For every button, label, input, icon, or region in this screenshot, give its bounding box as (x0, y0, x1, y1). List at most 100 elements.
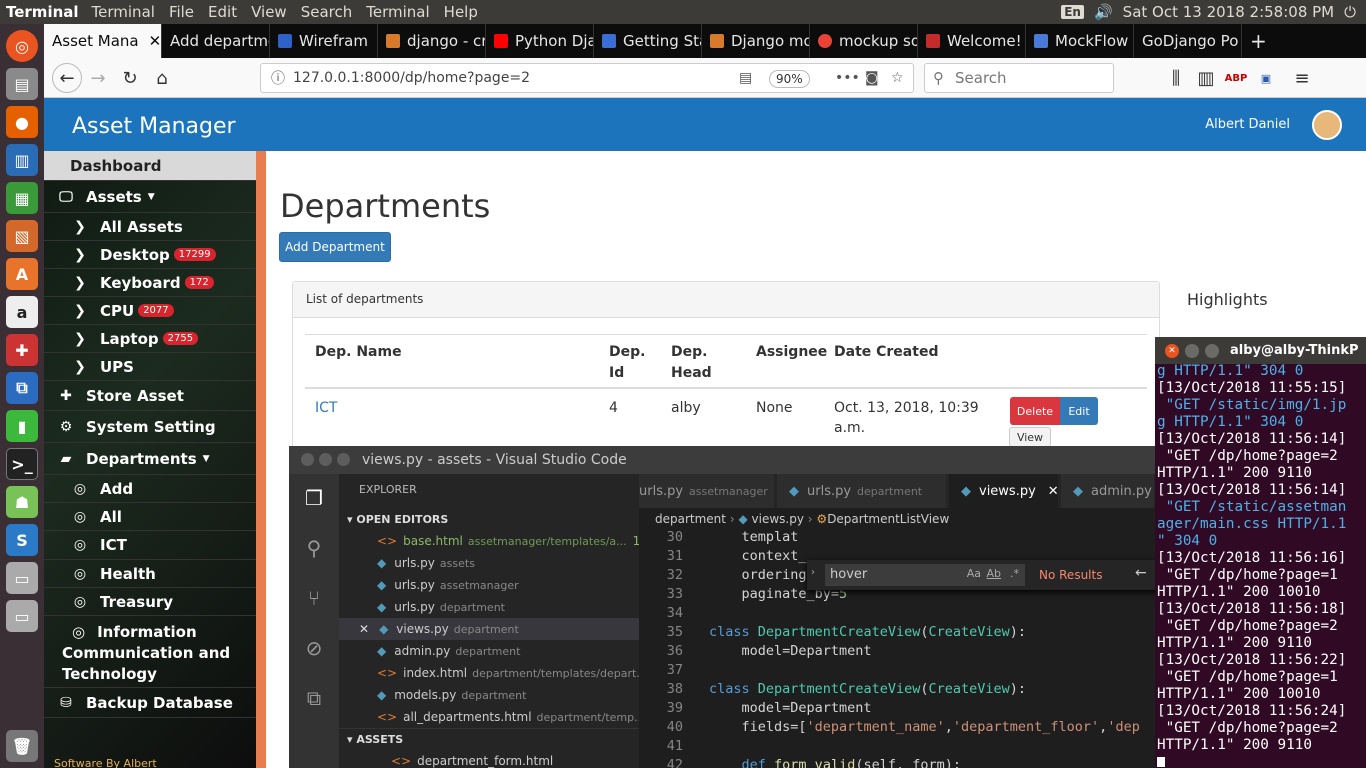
vscode-icon[interactable]: ⧉ (6, 372, 38, 404)
skype-icon[interactable]: S (6, 524, 38, 556)
menu-terminal-2[interactable]: Terminal (359, 3, 436, 21)
language-indicator[interactable]: En (1061, 5, 1084, 19)
close-icon[interactable]: ✕ (359, 622, 369, 636)
app-brand[interactable]: Asset Manager (72, 114, 236, 139)
open-editor-item[interactable]: ◆ models.py department (339, 684, 639, 706)
breadcrumb-item[interactable]: DepartmentListView (827, 512, 949, 526)
user-name[interactable]: Albert Daniel (1205, 117, 1290, 132)
search-input[interactable]: ⚲ Search (924, 63, 1114, 93)
sidebar-item-departments[interactable]: ▰ Departments ▼ (44, 443, 256, 475)
edit-button[interactable]: Edit (1060, 397, 1098, 425)
adblock-icon[interactable]: ABP (1224, 66, 1248, 90)
hamburger-menu-icon[interactable]: ≡ (1290, 66, 1314, 90)
open-editor-item[interactable]: ◆ urls.py department (339, 596, 639, 618)
clock[interactable]: Sat Oct 13 2018 2:58:08 PM (1123, 3, 1334, 21)
terminal-icon[interactable]: >_ (6, 448, 38, 480)
sidebar-item-ict[interactable]: ◎ ICT (44, 531, 256, 560)
whole-word-icon[interactable]: Ab (986, 567, 1001, 580)
search-icon[interactable]: ⚲ (302, 536, 326, 560)
browser-tab[interactable]: django - cri (378, 24, 486, 58)
regex-icon[interactable]: .* (1010, 567, 1019, 580)
calc-icon[interactable]: ▦ (6, 182, 38, 214)
department-name-link[interactable]: ICT (315, 398, 337, 418)
sidebar-item-all-assets[interactable]: ❯ All Assets (44, 213, 256, 241)
open-editors-section[interactable]: ▾ OPEN EDITORS (339, 508, 639, 530)
menu-help[interactable]: Help (437, 3, 485, 21)
open-editor-item[interactable]: <> index.html department/templates/depart.… (339, 662, 639, 684)
minimize-window-button[interactable] (319, 453, 332, 466)
editor-tab[interactable]: ◆ urls.py department (777, 474, 947, 508)
android-icon[interactable]: ☗ (6, 486, 38, 518)
settings-icon[interactable]: ✚ (6, 334, 38, 366)
gear-icon[interactable]: ⏻ (1344, 3, 1356, 21)
zoom-level[interactable]: 90% (769, 70, 810, 88)
sidebar-item-laptop[interactable]: ❯ Laptop 2755 (44, 325, 256, 353)
sidebar-item-ict-full[interactable]: ◎ Information Communication and Technolog… (44, 616, 256, 688)
sidebar-item-backup[interactable]: ⛁ Backup Database (44, 688, 256, 718)
editor-tab[interactable]: urls.py assetmanager (639, 474, 775, 508)
view-button[interactable]: View (1009, 427, 1051, 447)
url-bar[interactable]: ⓘ 127.0.0.1:8000/dp/home?page=2 ▤ 90% ••… (260, 63, 914, 93)
open-editor-item[interactable]: ◆ urls.py assetmanager (339, 574, 639, 596)
files-icon[interactable]: ▤ (6, 68, 38, 100)
browser-tab[interactable]: Getting Sta (594, 24, 702, 58)
firefox-icon[interactable]: ● (6, 106, 38, 138)
files-icon[interactable]: ❐ (302, 486, 326, 510)
amazon-icon[interactable]: a (6, 296, 38, 328)
sidebar-item-system-setting[interactable]: ⚙ System Setting (44, 411, 256, 443)
code-editor[interactable]: urls.py assetmanager ◆ urls.py department ◆… (639, 474, 1155, 768)
add-department-button[interactable]: Add Department (279, 232, 391, 262)
breadcrumb-item[interactable]: views.py (752, 512, 804, 526)
menu-edit[interactable]: Edit (201, 3, 244, 21)
bookmark-star-icon[interactable]: ☆ (891, 70, 904, 86)
library-icon[interactable]: ⫼ (1164, 66, 1188, 90)
close-window-button[interactable]: ✕ (1165, 344, 1179, 358)
browser-tab[interactable]: GoDjango Po (1134, 24, 1242, 58)
terminal-output[interactable]: g HTTP/1.1" 304 0 [13/Oct/2018 11:55:15] … (1157, 363, 1366, 754)
debug-icon[interactable]: ⊘ (302, 636, 326, 660)
sidebar-item-all[interactable]: ◎ All (44, 503, 256, 531)
ubuntu-dash-icon[interactable]: ◎ (6, 30, 38, 62)
reader-view-icon[interactable]: ▤ (739, 70, 752, 86)
forward-button[interactable]: → (86, 66, 110, 90)
browser-tab[interactable]: Welcome! (918, 24, 1026, 58)
browser-tab[interactable]: Add departme (162, 24, 270, 58)
browser-tab[interactable]: MockFlow (1026, 24, 1134, 58)
close-icon[interactable]: ✕ (149, 32, 161, 50)
assets-section[interactable]: ▾ ASSETS (339, 728, 639, 750)
menu-terminal[interactable]: Terminal (85, 3, 162, 21)
sidebar-item-add[interactable]: ◎ Add (44, 475, 256, 503)
extension-icon[interactable]: ▣ (1254, 66, 1278, 90)
sidebar-item-desktop[interactable]: ❯ Desktop 17299 (44, 241, 256, 269)
software-center-icon[interactable]: A (6, 258, 38, 290)
open-editor-item[interactable]: ◆ admin.py department (339, 640, 639, 662)
menu-file[interactable]: File (162, 3, 201, 21)
find-input[interactable]: hover Aa Ab .* (825, 564, 1025, 586)
tree-item[interactable]: <> department_form.html (339, 750, 639, 768)
open-editor-item-active[interactable]: ✕ ◆ views.py department (339, 618, 639, 640)
back-button[interactable]: ← (52, 63, 82, 93)
browser-tab[interactable]: Asset Mana ✕ (44, 24, 162, 58)
writer-icon[interactable]: ▥ (6, 144, 38, 176)
extensions-icon[interactable]: ⧉ (302, 686, 326, 710)
open-editor-item[interactable]: <> base.html assetmanager/templates/a... 1 (339, 530, 639, 552)
open-editor-item[interactable]: <> all_departments.html department/temp... (339, 706, 639, 728)
maximize-window-button[interactable] (337, 453, 350, 466)
menu-search[interactable]: Search (294, 3, 360, 21)
maximize-window-button[interactable] (1205, 344, 1219, 358)
browser-tab[interactable]: Wirefram (270, 24, 378, 58)
close-window-button[interactable] (301, 453, 314, 466)
avatar[interactable] (1312, 110, 1342, 140)
green-cylinder-icon[interactable]: ▮ (6, 410, 38, 442)
impress-icon[interactable]: ▧ (6, 220, 38, 252)
source-control-icon[interactable]: ⑂ (302, 586, 326, 610)
sidebar-item-ups[interactable]: ❯ UPS (44, 353, 256, 381)
drive-icon-2[interactable]: ▭ (6, 600, 38, 632)
browser-tab[interactable]: Python Dja (486, 24, 594, 58)
delete-button[interactable]: Delete (1010, 397, 1060, 425)
sidebar-item-cpu[interactable]: ❯ CPU 2077 (44, 297, 256, 325)
home-button[interactable]: ⌂ (150, 66, 174, 90)
sidebar-item-assets[interactable]: 🖵 Assets ▼ (44, 181, 256, 213)
sidebar-item-health[interactable]: ◎ Health (44, 560, 256, 588)
chevron-right-icon[interactable]: › (811, 567, 815, 578)
